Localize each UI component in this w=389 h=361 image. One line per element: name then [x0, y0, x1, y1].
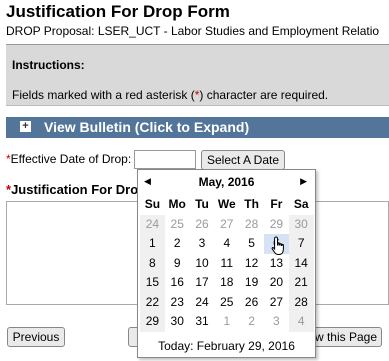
calendar-day[interactable]: 30 — [165, 312, 190, 332]
calendar-day[interactable]: 26 — [239, 293, 264, 313]
instructions-heading: Instructions: — [12, 58, 85, 72]
justification-label-text: Justification For Dro — [11, 182, 139, 197]
proposal-subtitle: DROP Proposal: LSER_UCT - Labor Studies … — [6, 24, 380, 38]
expand-plus-icon[interactable]: + — [20, 121, 31, 132]
calendar-day[interactable]: 15 — [140, 273, 165, 293]
calendar-day[interactable]: 30 — [288, 214, 314, 234]
calendar-day[interactable]: 7 — [288, 234, 314, 254]
calendar-week-row: 29 30 31 1 2 3 4 — [140, 312, 314, 332]
calendar-week-row: 8 9 10 11 12 13 14 — [140, 253, 314, 274]
calendar-day[interactable]: 4 — [288, 312, 314, 332]
view-bulletin-bar[interactable]: + View Bulletin (Click to Expand) — [6, 117, 389, 138]
weekday-header: Fr — [270, 197, 283, 211]
previous-button[interactable]: Previous — [7, 327, 65, 347]
calendar-day[interactable]: 11 — [214, 254, 239, 274]
calendar-day[interactable]: 26 — [190, 215, 215, 235]
calendar-day[interactable]: 21 — [288, 273, 314, 293]
calendar-day[interactable]: 25 — [214, 293, 239, 313]
calendar-day[interactable]: 28 — [239, 215, 264, 235]
calendar-day[interactable]: 24 — [140, 214, 165, 234]
calendar-week-row: 1 2 3 4 5 6 7 — [140, 234, 314, 254]
view-bulletin-label[interactable]: View Bulletin (Click to Expand) — [44, 119, 249, 135]
calendar-day[interactable]: 24 — [190, 293, 215, 313]
calendar-day[interactable]: 18 — [214, 273, 239, 293]
instructions-text-before: Fields marked with a red asterisk ( — [12, 88, 195, 102]
weekday-header: We — [217, 197, 236, 211]
calendar-day[interactable]: 1 — [140, 234, 165, 254]
calendar-day[interactable]: 2 — [239, 312, 264, 332]
calendar-day[interactable]: 8 — [140, 253, 165, 273]
calendar-day[interactable]: 10 — [190, 254, 215, 274]
today-link[interactable]: Today: February 29, 2016 — [138, 339, 315, 353]
hand-pointer-cursor-icon — [271, 236, 284, 255]
calendar-day[interactable]: 16 — [165, 273, 190, 293]
calendar-month-label: May, 2016 — [198, 175, 255, 189]
calendar-day[interactable]: 9 — [165, 254, 190, 274]
calendar-day[interactable]: 17 — [190, 273, 215, 293]
weekday-header: Mo — [168, 197, 186, 211]
calendar-day[interactable]: 22 — [140, 292, 165, 312]
calendar-day[interactable]: 28 — [288, 292, 314, 312]
calendar-day[interactable]: 20 — [264, 273, 289, 293]
date-picker-popup: ◀ May, 2016 ▶ Su Mo Tu We Th Fr Sa 24 25… — [137, 169, 316, 358]
calendar-day[interactable]: 19 — [239, 273, 264, 293]
page-title: Justification For Drop Form — [6, 2, 230, 21]
instructions-panel: Instructions: Fields marked with a red a… — [6, 44, 389, 106]
weekday-header: Tu — [195, 197, 209, 211]
calendar-day[interactable]: 27 — [264, 293, 289, 313]
weekday-header-row: Su Mo Tu We Th Fr Sa — [140, 195, 314, 215]
calendar-day[interactable]: 29 — [140, 312, 165, 332]
calendar-day[interactable]: 3 — [190, 234, 215, 254]
calendar-day[interactable]: 23 — [165, 293, 190, 313]
calendar-day[interactable]: 14 — [288, 253, 314, 273]
weekday-header: Su — [144, 197, 161, 211]
calendar-day[interactable]: 25 — [165, 215, 190, 235]
calendar-week-row: 22 23 24 25 26 27 28 — [140, 292, 314, 313]
effective-date-label-text: Effective Date of Drop: — [10, 152, 132, 166]
effective-date-input[interactable] — [134, 150, 196, 169]
effective-date-label: *Effective Date of Drop: — [6, 152, 131, 166]
justification-label: *Justification For Dro — [6, 182, 138, 197]
calendar-grid: Su Mo Tu We Th Fr Sa 24 25 26 27 28 29 3… — [140, 195, 314, 332]
calendar-day[interactable]: 29 — [264, 215, 289, 235]
calendar-day[interactable]: 5 — [239, 234, 264, 254]
calendar-week-row: 15 16 17 18 19 20 21 — [140, 273, 314, 293]
instructions-text-after: ) character are required. — [199, 88, 329, 102]
calendar-day[interactable]: 31 — [190, 312, 215, 332]
weekday-header: Sa — [293, 197, 309, 211]
calendar-day[interactable]: 27 — [214, 215, 239, 235]
select-a-date-button[interactable]: Select A Date — [201, 150, 285, 170]
weekday-header: Th — [244, 197, 259, 211]
calendar-day[interactable]: 4 — [214, 234, 239, 254]
instructions-text: Fields marked with a red asterisk (*) ch… — [12, 88, 328, 102]
calendar-day[interactable]: 2 — [165, 234, 190, 254]
next-month-icon[interactable]: ▶ — [300, 176, 307, 187]
calendar-day[interactable]: 13 — [264, 254, 289, 274]
calendar-week-row: 24 25 26 27 28 29 30 — [140, 214, 314, 235]
calendar-day[interactable]: 12 — [239, 254, 264, 274]
calendar-day[interactable]: 3 — [264, 312, 289, 332]
calendar-day[interactable]: 1 — [214, 312, 239, 332]
